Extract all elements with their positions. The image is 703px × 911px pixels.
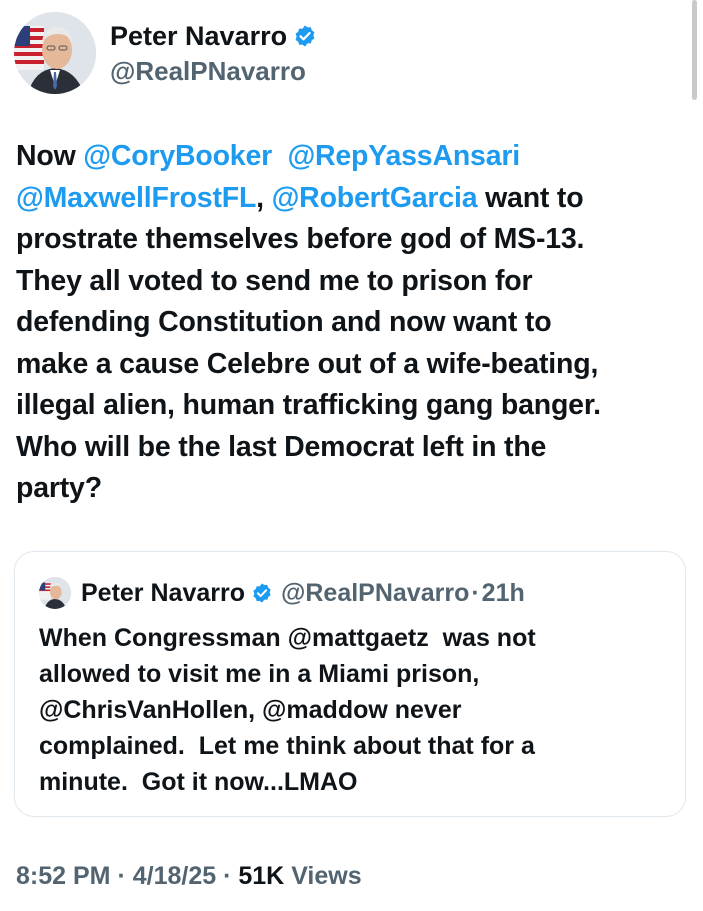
scrollbar[interactable] xyxy=(692,0,697,100)
footer-separator: · xyxy=(223,862,232,890)
quoted-tweet-body: When Congressman @mattgaetz was not allo… xyxy=(39,624,536,796)
profile-photo-icon[interactable] xyxy=(14,12,96,94)
tweet-text-segment xyxy=(272,140,287,172)
quoted-verified-badge-icon xyxy=(251,582,273,604)
quoted-author-handle[interactable]: @RealPNavarro xyxy=(281,576,469,610)
author-name[interactable]: Peter Navarro xyxy=(110,18,287,54)
verified-badge-icon[interactable] xyxy=(293,24,317,48)
mention-link[interactable]: @RobertGarcia xyxy=(272,182,478,214)
mention-link[interactable]: @CoryBooker xyxy=(83,140,272,172)
tweet-text-segment: , xyxy=(256,181,272,214)
tweet-footer: 8:52 PM · 4/18/25 · 51K Views xyxy=(16,858,362,894)
footer-separator: · xyxy=(117,862,126,890)
tweet-header: Peter Navarro @RealPNavarro xyxy=(14,12,317,94)
tweet-text-segment: Now xyxy=(16,140,84,172)
tweet-body: Now @CoryBooker @RepYassAnsari @MaxwellF… xyxy=(16,136,686,510)
quoted-author-name[interactable]: Peter Navarro xyxy=(81,576,245,610)
quoted-separator: · xyxy=(471,579,480,607)
tweet-time[interactable]: 8:52 PM xyxy=(16,862,110,890)
quoted-timestamp[interactable]: 21h xyxy=(482,576,525,610)
views-count[interactable]: 51K xyxy=(238,862,284,890)
mention-link[interactable]: @RepYassAnsari xyxy=(287,140,520,172)
quoted-profile-photo-icon[interactable] xyxy=(39,577,71,609)
views-label: Views xyxy=(291,862,362,890)
quoted-tweet-header: Peter Navarro @RealPNavarro · 21h xyxy=(39,576,525,610)
author-handle[interactable]: @RealPNavarro xyxy=(110,54,317,88)
quoted-tweet-card[interactable]: Peter Navarro @RealPNavarro · 21h When C… xyxy=(14,551,686,817)
tweet-date[interactable]: 4/18/25 xyxy=(133,862,216,890)
tweet-text-segment: want to prostrate themselves before god … xyxy=(16,181,601,505)
mention-link[interactable]: @MaxwellFrostFL xyxy=(16,182,256,214)
